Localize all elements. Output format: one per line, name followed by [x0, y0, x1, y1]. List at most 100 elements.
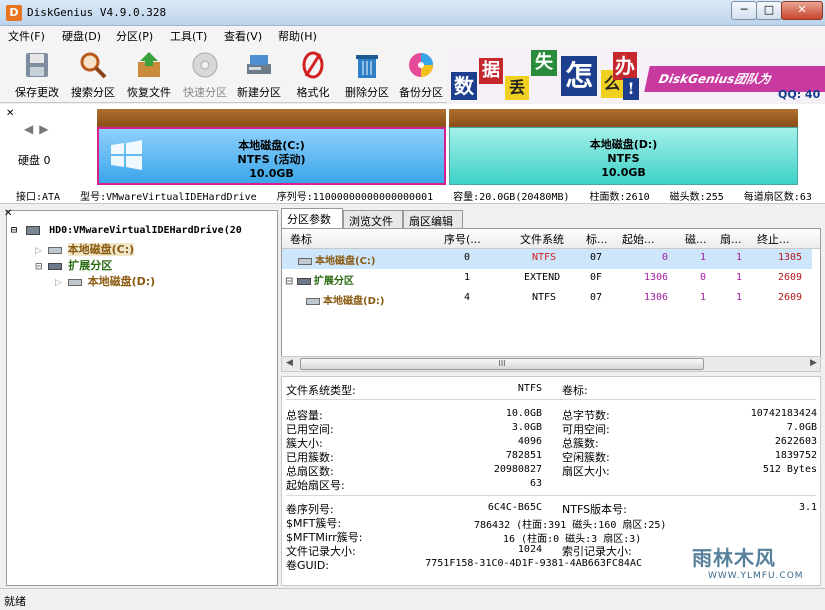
tree-item-d-label: 本地磁盘(D:): [87, 275, 156, 288]
save-changes-label: 保存更改: [15, 86, 59, 99]
used-space-value: 3.0GB: [511, 422, 542, 433]
tab-browse-files[interactable]: 浏览文件: [343, 210, 403, 228]
scroll-left-icon[interactable]: ◀: [286, 358, 293, 368]
title-bar: D DiskGenius V4.9.0.328 ─ □ ✕: [0, 0, 825, 26]
magnifier-icon: [80, 52, 107, 79]
watermark-title: 雨林木风: [692, 546, 776, 570]
row-label: 本地磁盘(C:): [298, 252, 375, 267]
scrollbar-thumb[interactable]: III: [300, 358, 704, 370]
new-partition-icon: [247, 55, 271, 74]
backup-partition-label: 备份分区: [399, 86, 443, 99]
col-end-cyl[interactable]: 终止...: [757, 231, 815, 249]
col-filesystem[interactable]: 文件系统: [520, 231, 578, 249]
disk-cylinders: 柱面数:2610: [589, 192, 650, 203]
banner-qq: QQ: 40: [778, 88, 821, 101]
cluster-size-value: 4096: [517, 436, 542, 447]
partition-drive-icon: [306, 297, 320, 305]
new-partition-button[interactable]: 新建分区: [232, 50, 286, 100]
status-text: 就绪: [4, 595, 26, 608]
row-head: 0: [700, 272, 707, 283]
col-id[interactable]: 标...: [586, 231, 612, 249]
promo-banner[interactable]: 数 据 丢 失 怎 么 办 ! DiskGenius团队为 QQ: 40: [447, 46, 825, 103]
expand-arrow-icon[interactable]: ▷: [35, 246, 42, 256]
close-button[interactable]: ✕: [781, 1, 823, 20]
partition-d-block[interactable]: 本地磁盘(D:) NTFS 10.0GB: [449, 109, 798, 185]
partition-c-block[interactable]: 本地磁盘(C:) NTFS (活动) 10.0GB: [97, 109, 446, 185]
banner-char-5: 怎: [561, 56, 597, 96]
format-button[interactable]: 格式化: [286, 50, 340, 100]
backup-partition-button[interactable]: 备份分区: [394, 50, 448, 100]
col-sector[interactable]: 扇...: [720, 231, 744, 249]
col-start-cyl[interactable]: 起始...: [622, 231, 672, 249]
partition-d-fs: NTFS: [607, 152, 640, 165]
format-icon: [302, 51, 324, 79]
row-start-cyl: 0: [662, 252, 669, 263]
partition-c-body: 本地磁盘(C:) NTFS (活动) 10.0GB: [97, 127, 446, 185]
tree-item-c-label: 本地磁盘(C:): [67, 243, 135, 256]
row-id: 07: [590, 252, 603, 263]
menu-disk[interactable]: 硬盘(D): [62, 28, 101, 44]
menu-help[interactable]: 帮助(H): [278, 28, 317, 44]
search-partition-button[interactable]: 搜索分区: [66, 50, 120, 100]
extended-partition-icon: [48, 262, 63, 270]
expand-icon[interactable]: ⊟: [11, 225, 17, 236]
menu-partition[interactable]: 分区(P): [116, 28, 153, 44]
window-title: DiskGenius V4.9.0.328: [27, 6, 167, 19]
banner-char-3: 丢: [505, 76, 529, 100]
tab-sector-edit[interactable]: 扇区编辑: [403, 210, 463, 228]
table-row[interactable]: ⊟ 扩展分区 1 EXTEND 0F 1306 0 1 2609: [282, 269, 812, 289]
tab-partition-params[interactable]: 分区参数: [281, 208, 343, 229]
col-head[interactable]: 磁...: [685, 231, 709, 249]
table-row[interactable]: 本地磁盘(C:) 0 NTFS 07 0 1 1 1305: [282, 249, 812, 269]
total-bytes-value: 10742183424: [750, 408, 817, 419]
partition-detail-panel: 分区参数 浏览文件 扇区编辑 卷标 序号(... 文件系统 标... 起始...…: [281, 208, 821, 586]
recover-files-button[interactable]: 恢复文件: [122, 50, 176, 100]
row-start-cyl: 1306: [644, 292, 669, 303]
tree-item-c[interactable]: ▷ 本地磁盘(C:): [35, 241, 135, 257]
free-space-value: 7.0GB: [786, 422, 817, 433]
tree-item-extended-label: 扩展分区: [68, 259, 113, 272]
quick-partition-label: 快速分区: [183, 86, 227, 99]
partition-table: 卷标 序号(... 文件系统 标... 起始... 磁... 扇... 终止..…: [281, 228, 821, 358]
total-capacity-value: 10.0GB: [505, 408, 542, 419]
disk-tree-panel: ✕ ⊟ HD0:VMwareVirtualIDEHardDrive(20 ▷ 本…: [4, 208, 278, 586]
col-volume-label[interactable]: 卷标: [290, 231, 430, 249]
divider: [286, 399, 816, 400]
disk-nav-arrows[interactable]: ◀▶: [24, 122, 54, 136]
row-end-cyl: 1305: [778, 252, 803, 263]
collapse-icon[interactable]: ⊟: [285, 276, 293, 287]
table-header: 卷标 序号(... 文件系统 标... 起始... 磁... 扇... 终止..…: [282, 229, 820, 249]
tree-item-extended[interactable]: ⊟ 扩展分区: [35, 257, 112, 273]
horizontal-scrollbar[interactable]: ◀ III ▶: [281, 356, 821, 372]
delete-partition-button[interactable]: 删除分区: [340, 50, 394, 100]
quick-partition-button[interactable]: 快速分区: [178, 50, 232, 100]
ntfs-version-label: NTFS版本号:: [562, 503, 627, 516]
index-record-size-label: 索引记录大小:: [562, 545, 632, 558]
windows-logo-icon: [111, 140, 142, 170]
minimize-button[interactable]: ─: [731, 1, 757, 20]
menu-tools[interactable]: 工具(T): [170, 28, 207, 44]
tree-disk-node[interactable]: ⊟ HD0:VMwareVirtualIDEHardDrive(20: [11, 225, 242, 236]
row-seq: 0: [464, 252, 471, 263]
close-tree-icon[interactable]: ✕: [4, 208, 12, 219]
tree-item-d[interactable]: ▷ 本地磁盘(D:): [55, 273, 155, 289]
ntfs-version-value: 3.1: [798, 502, 817, 513]
sector-size-value: 512 Bytes: [762, 464, 817, 475]
close-panel-icon[interactable]: ✕: [6, 108, 14, 119]
total-clusters-value: 2622603: [774, 436, 817, 447]
recover-box-icon: [138, 52, 160, 77]
col-seq[interactable]: 序号(...: [444, 231, 504, 249]
row-sector: 1: [736, 272, 743, 283]
search-partition-label: 搜索分区: [71, 86, 115, 99]
menu-file[interactable]: 文件(F): [8, 28, 45, 44]
save-changes-button[interactable]: 保存更改: [10, 50, 64, 100]
tree-disk-label: HD0:VMwareVirtualIDEHardDrive(20: [49, 225, 242, 236]
collapse-icon[interactable]: ⊟: [35, 262, 43, 272]
maximize-button[interactable]: □: [756, 1, 782, 20]
menu-view[interactable]: 查看(V): [224, 28, 262, 44]
banner-char-8: !: [623, 78, 639, 100]
expand-arrow-icon[interactable]: ▷: [55, 278, 62, 288]
table-row[interactable]: 本地磁盘(D:) 4 NTFS 07 1306 1 1 2609: [282, 289, 812, 309]
scroll-right-icon[interactable]: ▶: [810, 358, 817, 368]
start-sector-label: 起始扇区号:: [286, 479, 345, 492]
